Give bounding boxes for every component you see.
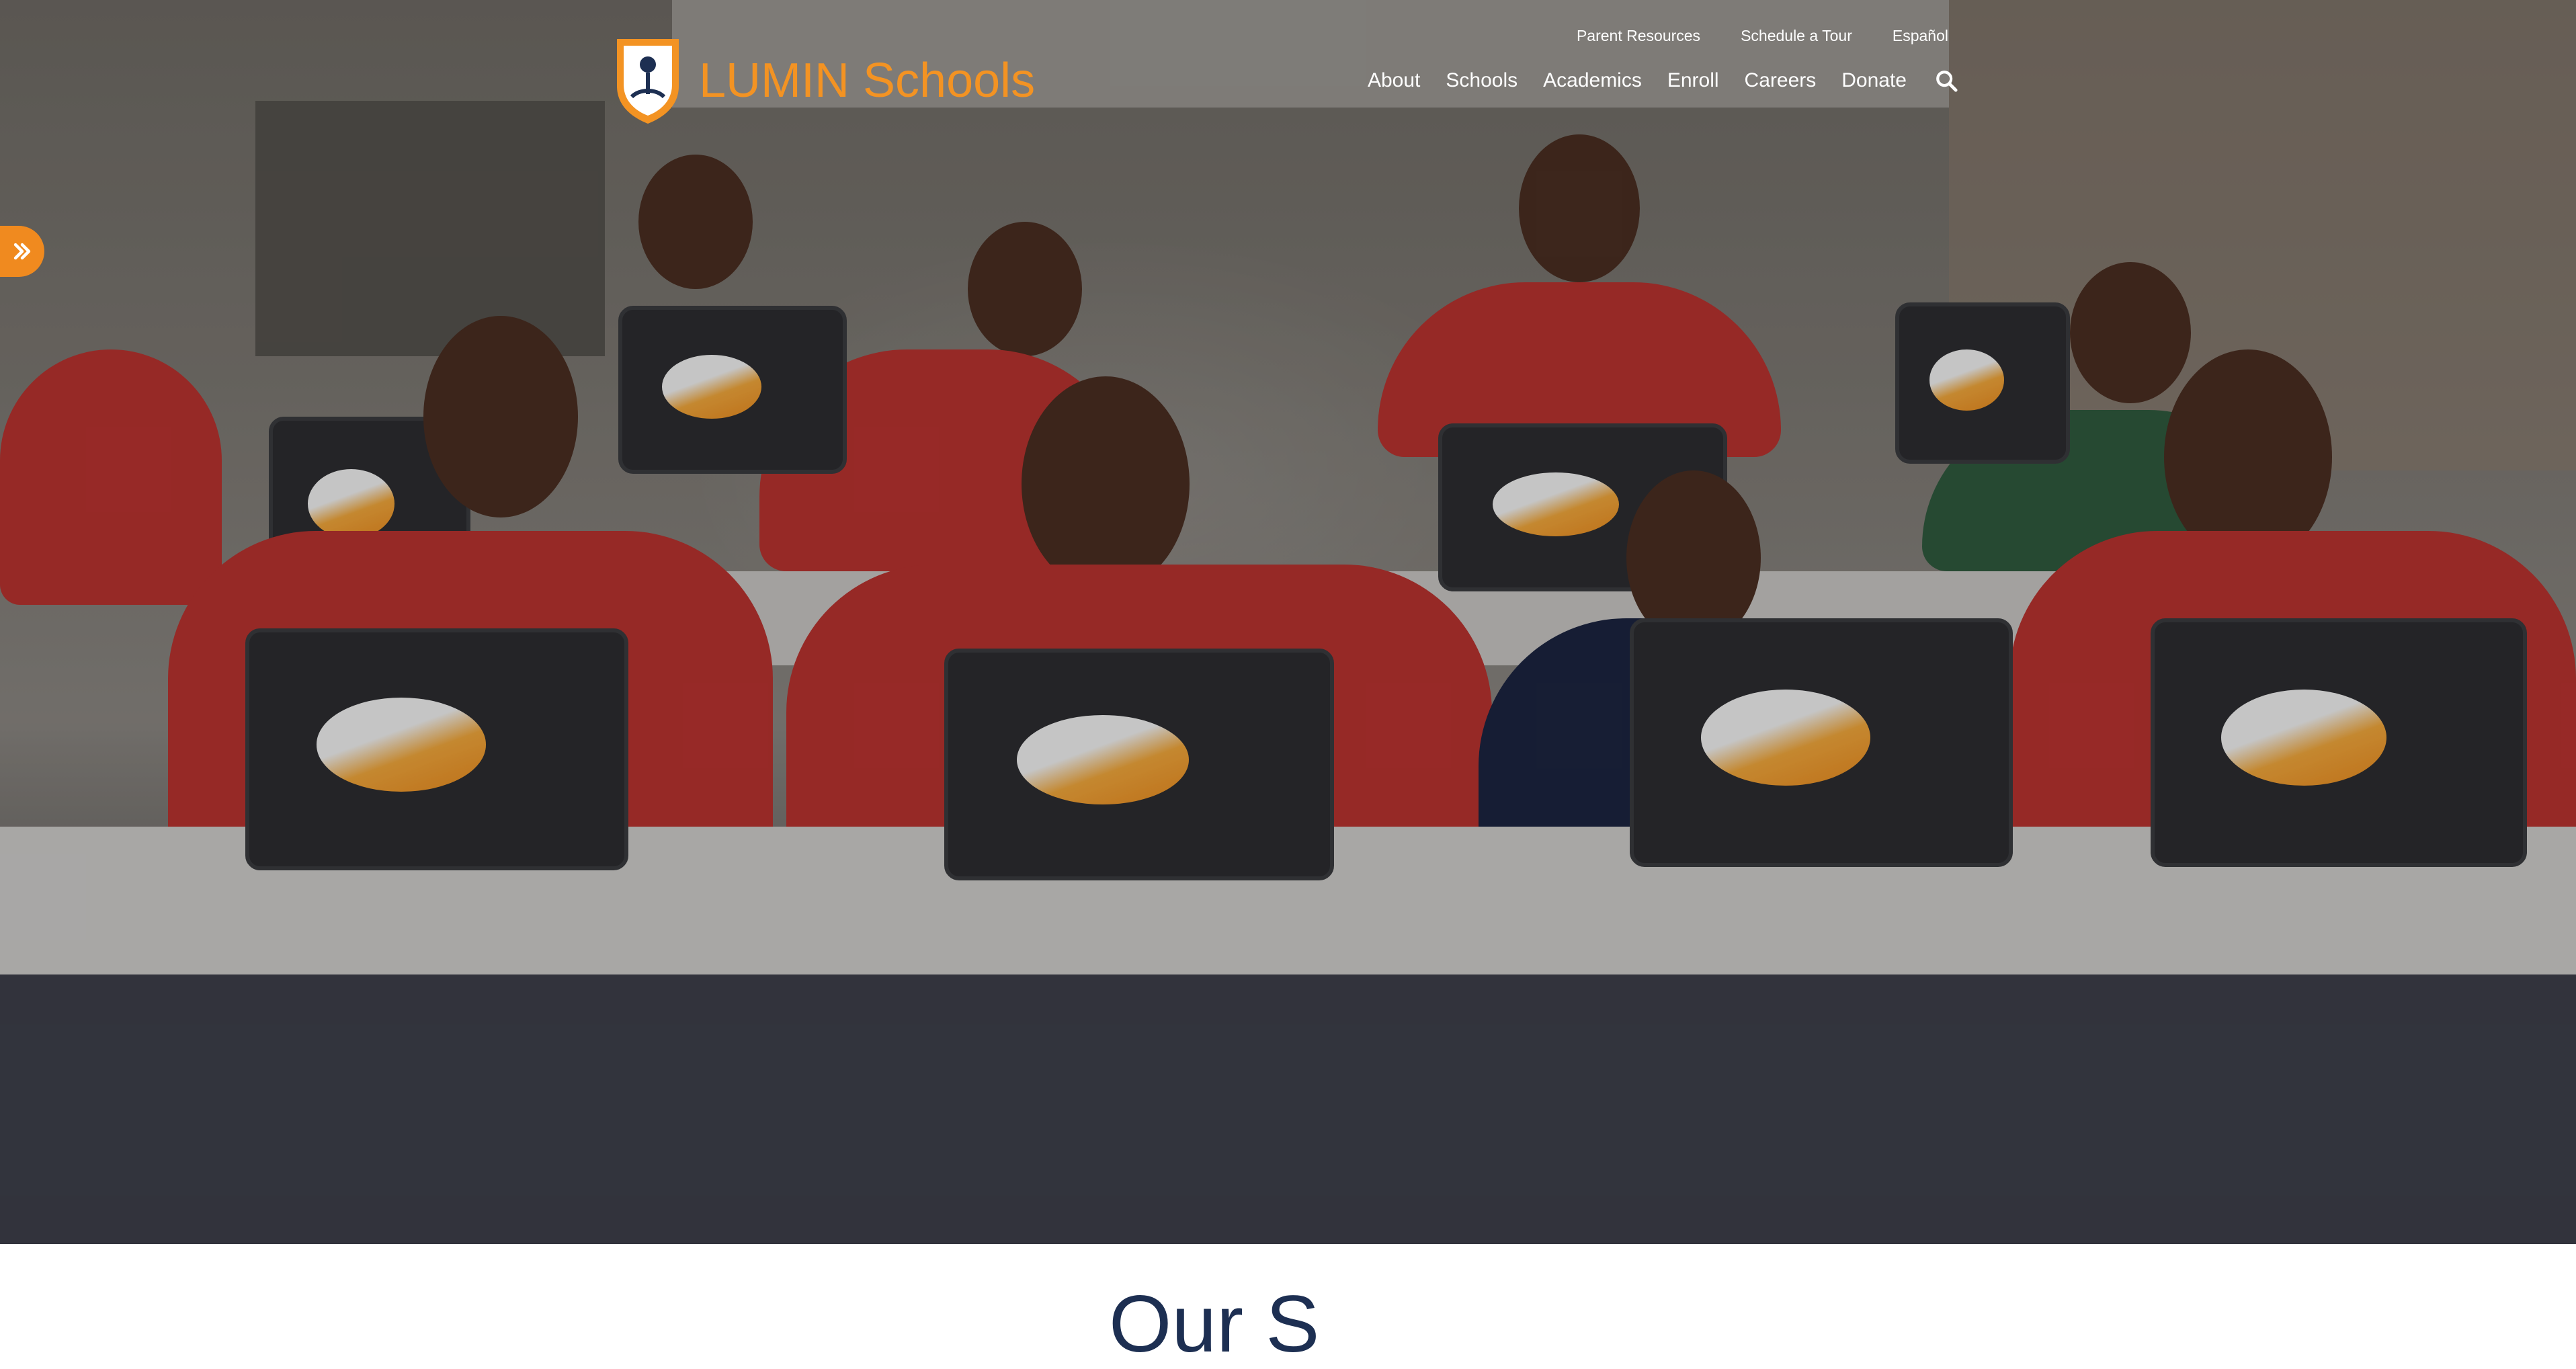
util-nav-espanol[interactable]: Español (1893, 27, 1948, 45)
section-title: Our S (1109, 1279, 1320, 1369)
main-nav: About Schools Academics Enroll Careers D… (1368, 69, 1958, 92)
nav-item-donate[interactable]: Donate (1841, 69, 1907, 92)
hero-image (0, 0, 2576, 1244)
nav-item-schools[interactable]: Schools (1446, 69, 1518, 92)
nav-item-enroll[interactable]: Enroll (1667, 69, 1719, 92)
hero-dark-overlay (0, 0, 2576, 1244)
nav-item-careers[interactable]: Careers (1745, 69, 1817, 92)
brand-name: LUMIN Schools (699, 54, 1036, 108)
site-logo-link[interactable]: LUMIN Schools (613, 35, 1035, 126)
shield-logo-icon (617, 39, 679, 124)
double-chevron-right-icon (13, 243, 31, 260)
search-icon[interactable] (1935, 69, 1958, 92)
nav-item-about[interactable]: About (1368, 69, 1420, 92)
nav-item-academics[interactable]: Academics (1543, 69, 1642, 92)
util-nav-schedule-tour[interactable]: Schedule a Tour (1741, 27, 1852, 45)
utility-nav: Parent Resources Schedule a Tour Español (1577, 27, 1948, 45)
util-nav-parent-resources[interactable]: Parent Resources (1577, 27, 1700, 45)
